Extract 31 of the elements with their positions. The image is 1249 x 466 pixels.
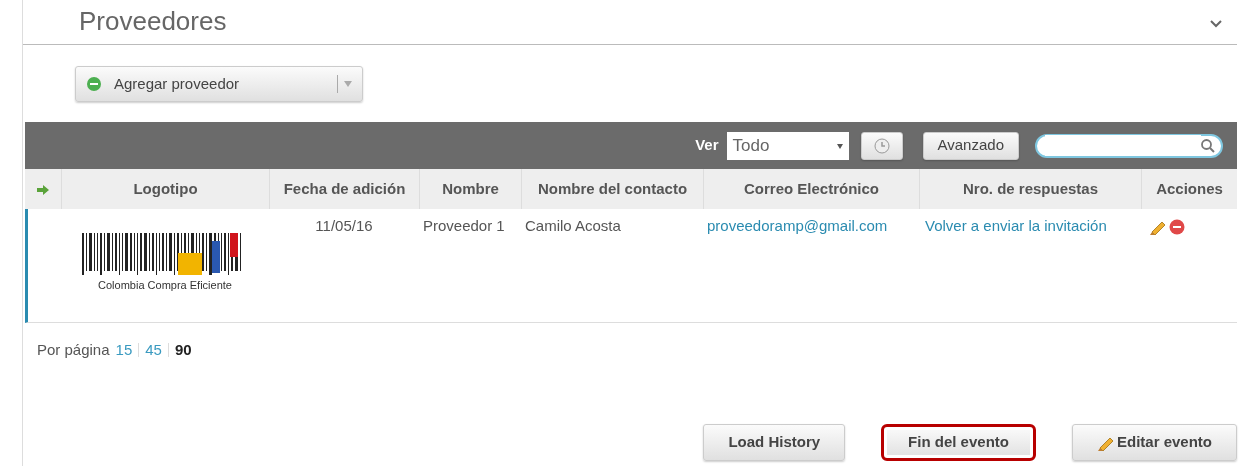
footer-button[interactable]: Load History: [703, 423, 846, 461]
column-header[interactable]: Fecha de adición: [269, 169, 419, 209]
email-link[interactable]: proveedoramp@gmail.com: [707, 217, 888, 234]
column-header[interactable]: Correo Electrónico: [703, 169, 919, 209]
add-supplier-button[interactable]: Agregar proveedor: [75, 66, 363, 102]
section-title: Proveedores: [79, 6, 228, 38]
footer-button[interactable]: Fin del evento: [881, 423, 1036, 461]
column-header[interactable]: Logotipo: [61, 169, 269, 209]
column-header[interactable]: Nro. de respuestas: [919, 169, 1141, 209]
history-button[interactable]: [860, 131, 903, 160]
per-page-label: Por página: [37, 340, 110, 360]
view-select[interactable]: Todo: [726, 131, 849, 160]
advanced-button[interactable]: Avanzado: [922, 131, 1019, 160]
logo-caption: Colombia Compra Eficiente: [98, 278, 232, 293]
table-cell: Camilo Acosta: [525, 217, 621, 234]
column-header[interactable]: Acciones: [1141, 169, 1237, 209]
table-cell: 11/05/16: [315, 217, 373, 234]
clock-icon: [873, 137, 890, 154]
page-size-link[interactable]: 45: [145, 339, 162, 362]
view-label: Ver: [695, 135, 719, 156]
caret-icon: [836, 143, 843, 149]
resend-invitation-link[interactable]: Volver a enviar la invitación: [925, 217, 1107, 234]
page-size-link[interactable]: 90: [174, 339, 192, 362]
column-header[interactable]: Nombre: [419, 169, 521, 209]
page-size-link[interactable]: 15: [115, 339, 133, 362]
table-cell: Proveedor 1: [423, 217, 505, 234]
search-field[interactable]: [1035, 133, 1223, 158]
pencil-icon: [1149, 219, 1167, 236]
column-header[interactable]: Nombre del contacto: [521, 169, 703, 209]
add-icon: [86, 76, 102, 92]
edit-event-button[interactable]: Editar evento: [1071, 423, 1237, 461]
